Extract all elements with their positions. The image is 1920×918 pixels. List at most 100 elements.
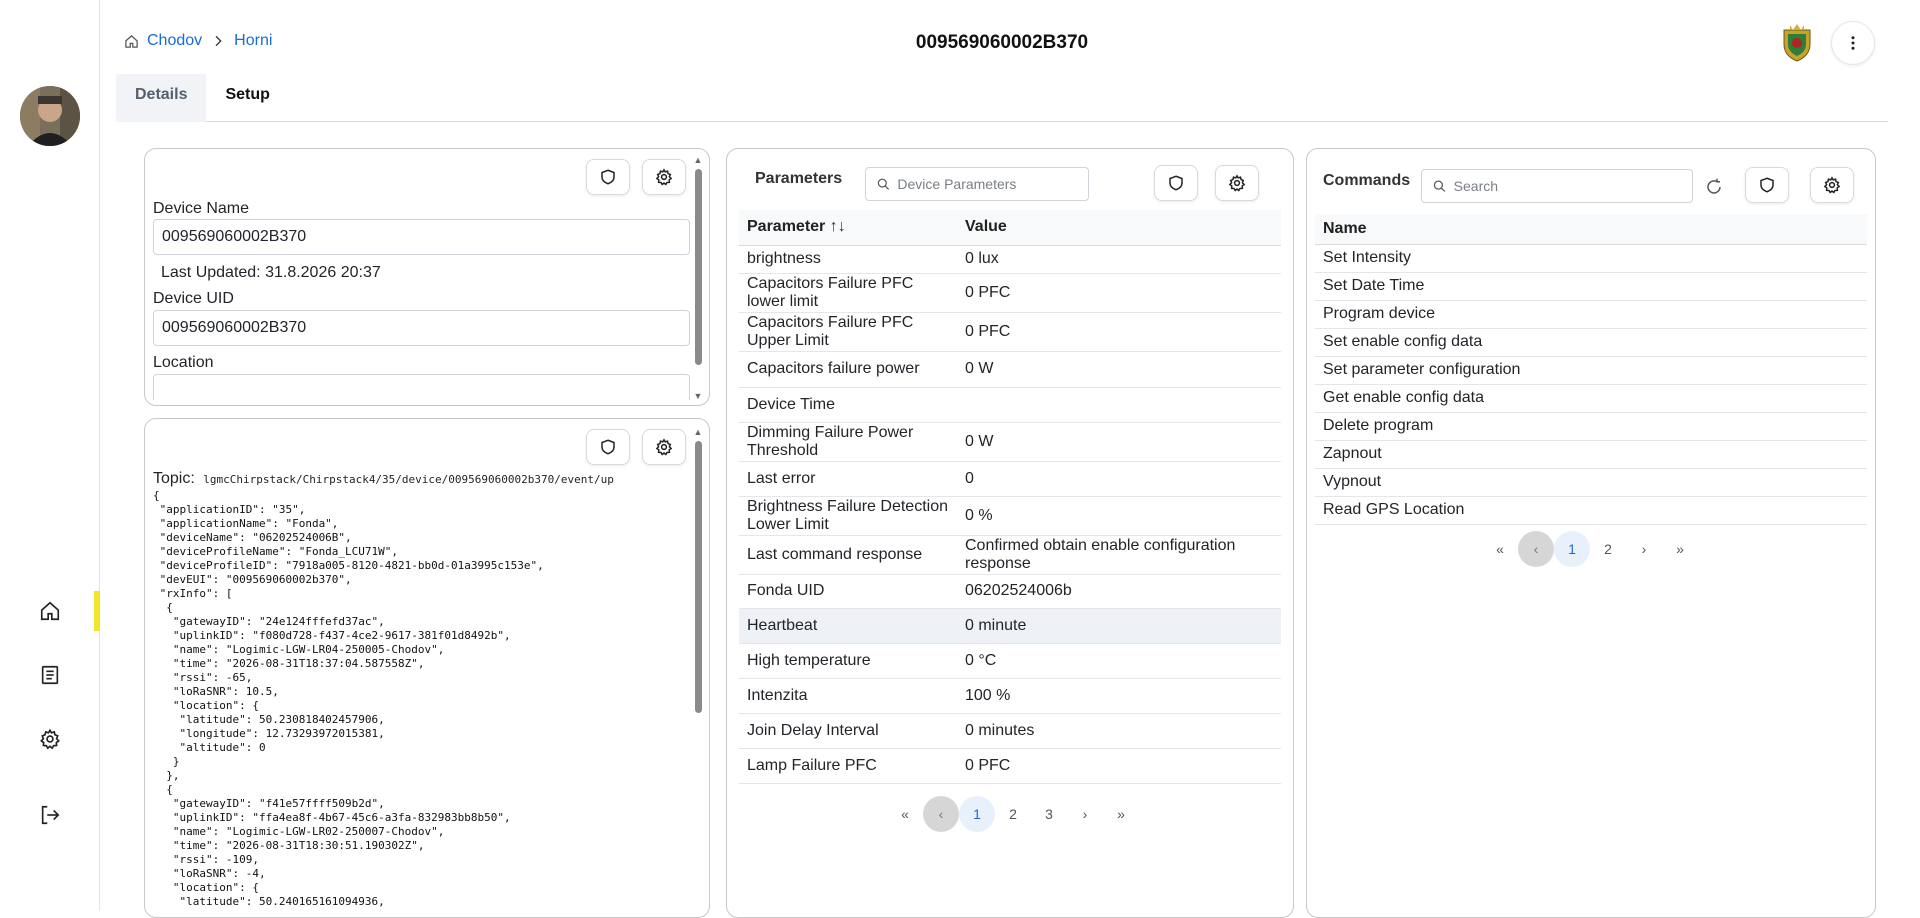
table-row[interactable]: Capacitors failure power 0 W — [739, 351, 1281, 388]
permissions-button[interactable] — [586, 429, 630, 465]
nav-log[interactable] — [34, 659, 66, 691]
list-item[interactable]: Program device — [1315, 300, 1867, 329]
device-uid-field[interactable] — [153, 310, 690, 346]
parameter-name: Last error — [739, 461, 957, 497]
nav-logout[interactable] — [34, 799, 66, 831]
table-row[interactable]: Capacitors Failure PFC lower limit 0 PFC — [739, 273, 1281, 313]
page-1-button[interactable]: 1 — [959, 796, 995, 832]
sort-icon[interactable]: ↑↓ — [830, 218, 846, 235]
list-item[interactable]: Delete program — [1315, 412, 1867, 441]
list-item[interactable]: Vypnout — [1315, 468, 1867, 497]
page-1-button[interactable]: 1 — [1554, 531, 1590, 567]
list-item[interactable]: Zapnout — [1315, 440, 1867, 469]
prev-page-button[interactable]: ‹ — [923, 796, 959, 832]
json-line: "time": "2026-08-31T18:37:04.587558Z", — [153, 657, 425, 670]
settings-button[interactable] — [642, 429, 686, 465]
page-2-button[interactable]: 2 — [995, 796, 1031, 832]
device-name-field[interactable] — [153, 219, 690, 255]
commands-table: Name Set Intensity Set Date Time Program d… — [1315, 214, 1867, 525]
last-page-button[interactable]: » — [1662, 531, 1698, 567]
parameter-value: 0 W — [957, 422, 1281, 462]
scroll-down-icon[interactable]: ▼ — [693, 391, 703, 401]
parameter-value: 0 °C — [957, 643, 1281, 679]
page-3-button[interactable]: 3 — [1031, 796, 1067, 832]
parameters-search-input[interactable] — [897, 176, 1088, 192]
table-row[interactable]: Fonda UID 06202524006b — [739, 574, 1281, 609]
parameter-name: Heartbeat — [739, 608, 957, 644]
column-header-parameter[interactable]: Parameter ↑↓ — [739, 210, 957, 246]
table-row[interactable]: Intenzita 100 % — [739, 678, 1281, 714]
list-item[interactable]: Get enable config data — [1315, 384, 1867, 413]
table-row[interactable]: Capacitors Failure PFC Upper Limit 0 PFC — [739, 312, 1281, 352]
table-row[interactable]: Join Delay Interval 0 minutes — [739, 713, 1281, 749]
list-item[interactable]: Read GPS Location — [1315, 496, 1867, 525]
settings-button[interactable] — [1215, 165, 1259, 201]
refresh-button[interactable] — [1702, 175, 1726, 199]
next-page-button[interactable]: › — [1067, 796, 1103, 832]
json-line: "latitude": 50.240165161094936, — [153, 895, 385, 908]
table-row[interactable]: High temperature 0 °C — [739, 643, 1281, 679]
parameters-title: Parameters — [755, 170, 843, 187]
next-page-button[interactable]: › — [1626, 531, 1662, 567]
permissions-button[interactable] — [1154, 165, 1198, 201]
list-item[interactable]: Set enable config data — [1315, 328, 1867, 357]
scroll-thumb[interactable] — [695, 441, 702, 713]
command-name: Set Intensity — [1315, 244, 1867, 273]
command-name: Read GPS Location — [1315, 496, 1867, 525]
commands-search[interactable] — [1421, 169, 1693, 203]
location-field[interactable] — [153, 374, 690, 400]
json-line: "location": { — [153, 699, 259, 712]
page-2-button[interactable]: 2 — [1590, 531, 1626, 567]
parameter-value: 0 PFC — [957, 273, 1281, 313]
gear-icon — [1823, 176, 1841, 194]
parameter-value: 0 — [957, 461, 1281, 497]
table-row[interactable]: Lamp Failure PFC 0 PFC — [739, 748, 1281, 784]
list-item[interactable]: Set Date Time — [1315, 272, 1867, 301]
list-item[interactable]: Set Intensity — [1315, 244, 1867, 273]
table-row[interactable]: Last command response Confirmed obtain en… — [739, 535, 1281, 575]
scroll-up-icon[interactable]: ▲ — [693, 427, 703, 437]
gear-icon — [655, 168, 673, 186]
list-item[interactable]: Set parameter configuration — [1315, 356, 1867, 385]
scrollbar[interactable]: ▲ ▼ — [693, 155, 703, 401]
settings-button[interactable] — [642, 159, 686, 195]
gear-icon — [40, 728, 60, 750]
parameter-name: Fonda UID — [739, 574, 957, 609]
json-line: "deviceName": "06202524006B", — [153, 531, 352, 544]
table-row[interactable]: Heartbeat 0 minute — [739, 608, 1281, 644]
table-row[interactable]: brightness 0 lux — [739, 245, 1281, 274]
table-row[interactable]: Brightness Failure Detection Lower Limit… — [739, 496, 1281, 536]
table-row[interactable]: Last error 0 — [739, 461, 1281, 497]
json-line: "name": "Logimic-LGW-LR02-250007-Chodov"… — [153, 825, 445, 838]
tab-details[interactable]: Details — [116, 74, 207, 122]
table-row[interactable]: Device Time — [739, 387, 1281, 423]
first-page-button[interactable]: « — [887, 796, 923, 832]
json-line: "latitude": 50.230818402457906, — [153, 713, 385, 726]
permissions-button[interactable] — [1745, 167, 1789, 203]
tab-setup[interactable]: Setup — [206, 74, 288, 122]
parameters-table: Parameter ↑↓ Value brightness 0 lux Capaci… — [739, 210, 1281, 784]
prev-page-button[interactable]: ‹ — [1518, 531, 1554, 567]
scrollbar[interactable]: ▲ — [693, 427, 703, 917]
logout-icon — [41, 805, 60, 825]
scroll-up-icon[interactable]: ▲ — [693, 155, 703, 165]
json-line: "applicationName": "Fonda", — [153, 517, 339, 530]
more-menu-button[interactable] — [1831, 21, 1875, 65]
avatar[interactable] — [20, 86, 80, 146]
last-page-button[interactable]: » — [1103, 796, 1139, 832]
commands-search-input[interactable] — [1453, 178, 1692, 194]
nav-home[interactable] — [34, 595, 66, 627]
scroll-thumb[interactable] — [695, 169, 702, 365]
parameter-value: 100 % — [957, 678, 1281, 714]
first-page-button[interactable]: « — [1482, 531, 1518, 567]
table-row[interactable]: Dimming Failure Power Threshold 0 W — [739, 422, 1281, 462]
device-name-label: Device Name — [153, 200, 250, 217]
settings-button[interactable] — [1810, 167, 1854, 203]
parameters-pagination: « ‹ 1 2 3 › » — [887, 796, 1139, 832]
permissions-button[interactable] — [586, 159, 630, 195]
parameter-name: High temperature — [739, 643, 957, 679]
topic-value: lgmcChirpstack/Chirpstack4/35/device/009… — [203, 473, 614, 486]
parameters-search[interactable] — [865, 167, 1089, 201]
parameter-value: 06202524006b — [957, 574, 1281, 609]
nav-settings[interactable] — [34, 723, 66, 755]
